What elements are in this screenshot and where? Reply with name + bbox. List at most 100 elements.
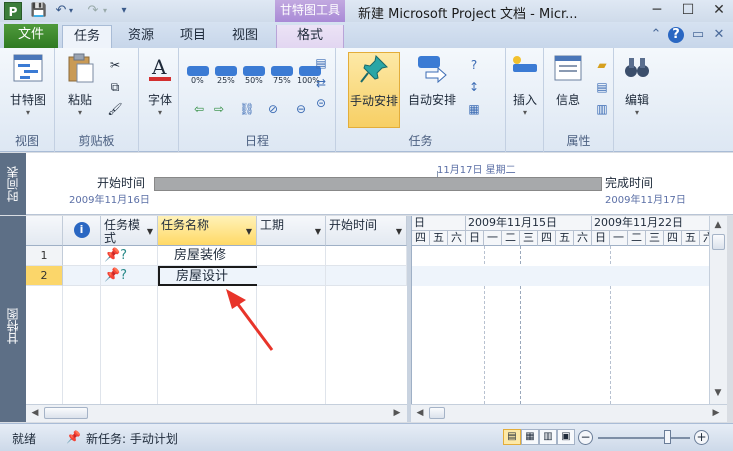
chevron-down-icon[interactable]: ▼ [246,225,252,238]
scroll-left-icon[interactable]: ◀ [413,406,427,420]
zoom-out-button[interactable]: − [578,430,593,445]
column-header-duration[interactable]: 工期 ▼ [257,216,326,246]
format-painter-icon[interactable]: 🖌 [105,100,125,118]
minimize-ribbon-icon[interactable]: ⌃ [648,27,664,43]
customize-qat-icon[interactable]: ▾ [118,2,130,20]
gantt-view-button[interactable]: ▤ [503,429,521,445]
add-to-timeline-icon[interactable]: ▥ [592,100,612,118]
zoom-slider-track[interactable] [598,437,690,439]
start-cell[interactable] [326,266,407,286]
respect-links-icon[interactable]: ⇄ [311,74,331,92]
svg-text:A: A [151,55,167,79]
info-cell[interactable] [63,246,101,266]
column-header-task-mode[interactable]: 任务模式 ▼ [101,216,158,246]
task-name-cell[interactable]: 房屋装修 [158,246,257,266]
timeline-today-label: 11月17日 星期二 [437,165,516,176]
duration-cell[interactable] [257,246,326,266]
doc-close-icon[interactable]: ✕ [711,27,727,43]
scroll-thumb[interactable] [44,407,88,419]
insert-button[interactable]: 插入 ▾ [508,52,542,117]
timeline-finish-date: 2009年11月17日 [605,195,686,206]
row-number[interactable]: 1 [26,246,63,266]
link-tasks-icon[interactable]: ⛓ [237,100,257,118]
task-name-edit-cell[interactable]: 房屋设计 [158,266,259,286]
chevron-down-icon[interactable]: ▼ [396,225,402,238]
manual-schedule-button[interactable]: 手动安排 [348,52,400,128]
redo-dropdown-icon[interactable]: ▾ [100,2,110,20]
manual-task-icon[interactable]: 📌? [101,246,158,266]
inspect-icon[interactable]: ? [464,56,484,74]
row-number[interactable]: 2 [26,266,63,286]
tab-resource[interactable]: 资源 [116,25,166,48]
timeline-bar[interactable] [154,177,602,191]
font-button[interactable]: A 字体 ▾ [143,52,177,117]
chevron-down-icon[interactable]: ▼ [315,225,321,238]
help-icon[interactable]: ? [668,27,684,43]
scroll-right-icon[interactable]: ▶ [390,406,404,420]
save-icon[interactable]: 💾 [30,2,48,20]
grid-horizontal-scrollbar[interactable]: ◀ ▶ [26,404,407,422]
percent-25-icon[interactable] [215,66,237,76]
move-back-icon[interactable]: ⇦ [189,100,209,118]
undo-dropdown-icon[interactable]: ▾ [66,2,76,20]
scroll-right-icon[interactable]: ▶ [709,406,723,420]
group-editing: 编辑 ▾ [614,48,660,152]
task-usage-view-button[interactable]: ▦ [521,429,539,445]
timeline-pane[interactable]: 时间表 11月17日 星期二 开始时间 2009年11月16日 完成时间 200… [0,153,733,215]
chart-horizontal-scrollbar[interactable]: ◀ ▶ [411,404,727,422]
column-header-task-name[interactable]: 任务名称 ▼ [158,216,257,246]
column-header-info[interactable]: i [63,216,101,246]
project-app-icon[interactable]: P [4,2,22,20]
doc-restore-icon[interactable]: ▭ [690,27,706,43]
zoom-slider-thumb[interactable] [664,430,671,444]
week-header: 2009年11月22日 [592,216,710,231]
percent-50-icon[interactable] [243,66,265,76]
zoom-in-button[interactable]: + [694,430,709,445]
scroll-up-icon[interactable]: ▲ [711,218,725,232]
team-planner-view-button[interactable]: ▥ [539,429,557,445]
close-button[interactable]: ✕ [704,0,733,20]
column-header-start[interactable]: 开始时间 ▼ [326,216,407,246]
tab-format[interactable]: 格式 [276,25,344,48]
percent-75-icon[interactable] [271,66,293,76]
copy-icon[interactable]: ⧉ [105,78,125,96]
duration-cell[interactable] [257,266,326,286]
vertical-scrollbar[interactable]: ▲ ▼ [709,216,727,404]
scroll-down-icon[interactable]: ▼ [711,386,725,400]
unlink-tasks-icon[interactable]: ⊘ [263,100,283,118]
inactivate-icon[interactable]: ⊝ [311,94,331,112]
tab-file[interactable]: 文件 [4,24,58,48]
tab-view[interactable]: 视图 [220,25,270,48]
manual-task-icon[interactable]: 📌? [101,266,158,286]
move-icon[interactable]: ↕ [464,78,484,96]
gantt-chart-button[interactable]: 甘特图 ▾ [6,52,50,117]
auto-schedule-button[interactable]: 自动安排 [406,52,458,108]
minimize-button[interactable]: ─ [642,0,672,20]
cut-icon[interactable]: ✂ [105,56,125,74]
info-cell[interactable] [63,266,101,286]
percent-0-icon[interactable] [187,66,209,76]
paste-button[interactable]: 粘贴 ▾ [61,52,99,117]
editing-button[interactable]: 编辑 ▾ [618,52,656,117]
select-all-corner[interactable] [26,216,63,246]
move-forward-icon[interactable]: ⇨ [209,100,229,118]
split-task-icon[interactable]: ⊖ [291,100,311,118]
details-icon[interactable]: ▤ [592,78,612,96]
mode-icon[interactable]: ▦ [464,100,484,118]
scroll-left-icon[interactable]: ◀ [28,406,42,420]
notes-icon[interactable]: ▰ [592,56,612,74]
gantt-chart-pane[interactable]: 日 2009年11月15日 2009年11月22日 四五六日一二三四五六日一二三… [411,216,718,404]
information-button[interactable]: 信息 [548,52,588,108]
mark-on-track-icon[interactable]: ▤ [311,54,331,72]
start-cell[interactable] [326,246,407,266]
maximize-button[interactable]: ☐ [673,0,703,20]
scroll-thumb[interactable] [712,234,725,250]
chevron-down-icon[interactable]: ▼ [147,225,153,238]
tab-task[interactable]: 任务 [62,25,112,48]
new-task-mode-status[interactable]: 新任务: 手动计划 [86,430,178,447]
scroll-thumb[interactable] [429,407,445,419]
tab-project[interactable]: 项目 [168,25,218,48]
resource-sheet-view-button[interactable]: ▣ [557,429,575,445]
timeline-start-label: 开始时间 [97,176,146,190]
group-label-schedule: 日程 [244,134,269,148]
